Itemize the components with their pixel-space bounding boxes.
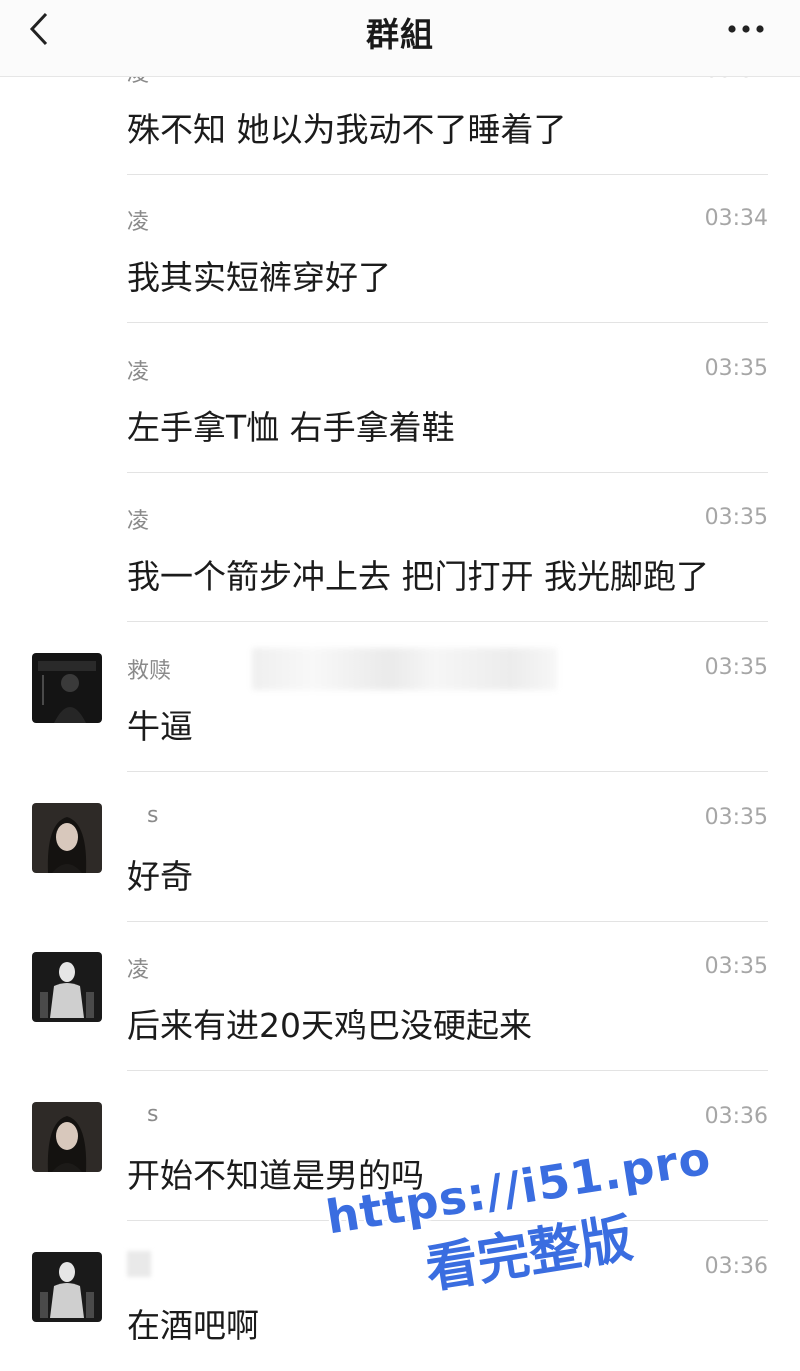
list-item[interactable]: 凌 03:35 我一个箭步冲上去 把门打开 我光脚跑了 xyxy=(0,472,800,622)
more-button[interactable] xyxy=(726,20,770,40)
top-bar: 群組 xyxy=(0,0,800,77)
sender-name: 救赎 xyxy=(127,659,172,684)
page-title: 群組 xyxy=(366,15,434,54)
dark-person-photo-icon xyxy=(32,653,102,723)
list-item[interactable]: 救赎 03:35 牛逼 xyxy=(0,622,800,772)
message-text: 后来有进20天鸡巴没硬起来 xyxy=(127,1006,532,1045)
sender-name: s xyxy=(147,803,159,828)
message-time: 03:34 xyxy=(704,206,768,231)
message-time: 03:36 xyxy=(704,1104,768,1129)
blurred-region xyxy=(252,648,557,690)
message-text: 好奇 xyxy=(127,857,193,896)
message-text: 我其实短裤穿好了 xyxy=(127,258,391,297)
message-time: 03:36 xyxy=(704,1254,768,1279)
message-text: 我一个箭步冲上去 把门打开 我光脚跑了 xyxy=(127,557,709,596)
more-dots-icon xyxy=(728,25,764,33)
message-time: 03:35 xyxy=(704,655,768,680)
sender-name: 凌 xyxy=(127,360,150,385)
message-time: 03:35 xyxy=(704,356,768,381)
sender-name: s xyxy=(147,1102,159,1127)
figure-photo-icon xyxy=(32,952,102,1022)
girl-photo-icon xyxy=(32,803,102,873)
avatar[interactable] xyxy=(32,1102,102,1172)
message-time: 03:35 xyxy=(704,805,768,830)
sender-name: 凌 xyxy=(127,509,150,534)
sender-name: 凌 xyxy=(127,958,150,983)
message-text: 殊不知 她以为我动不了睡着了 xyxy=(127,110,567,149)
avatar[interactable] xyxy=(32,653,102,723)
message-time: 03:35 xyxy=(704,954,768,979)
avatar[interactable] xyxy=(32,803,102,873)
avatar[interactable] xyxy=(32,1252,102,1322)
message-time: 03:35 xyxy=(704,505,768,530)
list-item[interactable]: s 03:35 好奇 xyxy=(0,772,800,922)
message-text: 在酒吧啊 xyxy=(127,1306,259,1345)
list-item[interactable]: 凌 03:35 后来有进20天鸡巴没硬起来 xyxy=(0,921,800,1071)
blurred-name xyxy=(127,1251,151,1277)
avatar[interactable] xyxy=(32,952,102,1022)
sender-name: 凌 xyxy=(127,210,150,235)
message-text: 左手拿T恤 右手拿着鞋 xyxy=(127,408,455,447)
message-text: 牛逼 xyxy=(127,707,193,746)
girl-photo-icon xyxy=(32,1102,102,1172)
list-item[interactable]: 凌 03:35 左手拿T恤 右手拿着鞋 xyxy=(0,323,800,473)
list-item[interactable]: 凌 03:34 我其实短裤穿好了 xyxy=(0,173,800,323)
figure-photo-icon xyxy=(32,1252,102,1322)
